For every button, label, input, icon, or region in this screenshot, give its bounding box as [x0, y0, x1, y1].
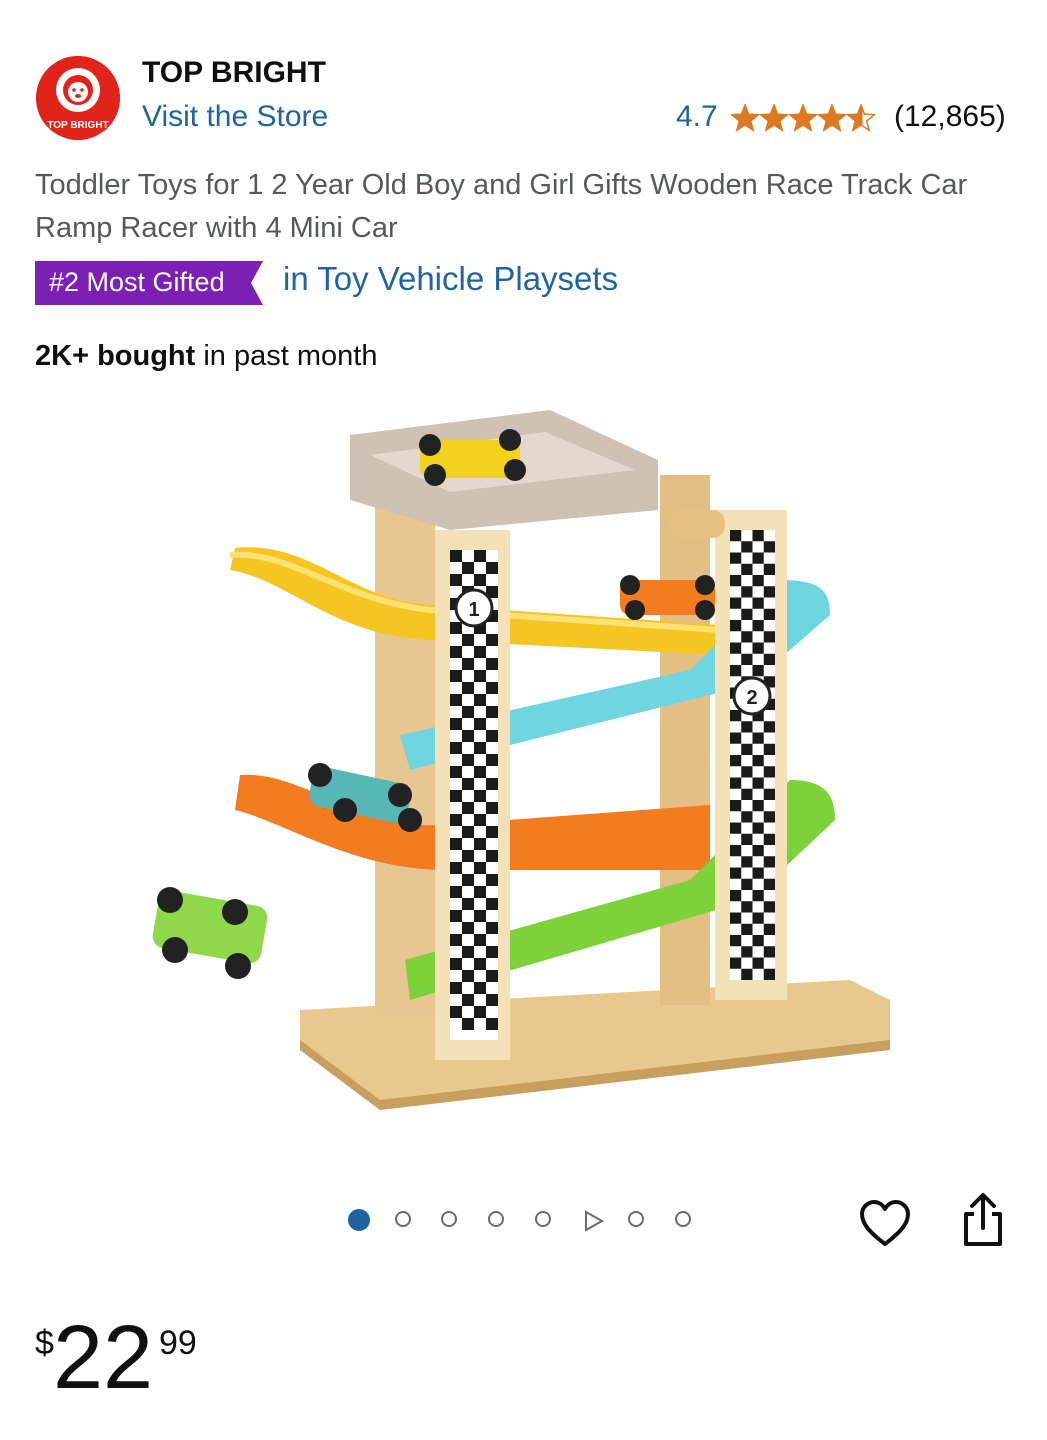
pillar-number-1: 1: [468, 599, 479, 621]
wooden-race-track-image[interactable]: 1 2: [130, 400, 920, 1130]
star-icon: [816, 104, 848, 132]
share-icon[interactable]: [960, 1192, 1006, 1248]
carousel-dot[interactable]: [534, 1211, 551, 1227]
image-carousel-dots[interactable]: [345, 1206, 705, 1236]
carousel-dot[interactable]: [674, 1211, 691, 1227]
carousel-video-icon[interactable]: [581, 1209, 605, 1233]
rating-value[interactable]: 4.7: [676, 100, 718, 134]
badge-label: #2 Most Gifted: [49, 267, 225, 297]
pillar-number-2: 2: [746, 687, 757, 709]
carousel-dot[interactable]: [488, 1211, 505, 1227]
green-car: [152, 887, 268, 979]
rating-stars-icon[interactable]: [731, 104, 875, 134]
best-seller-badge[interactable]: #2 Most Gifted: [35, 261, 263, 305]
price-currency: $: [35, 1324, 54, 1362]
bought-rest: in past month: [195, 340, 378, 372]
rating-count[interactable]: (12,865): [894, 100, 1006, 134]
lion-logo-icon: TOP BRIGHT: [36, 56, 120, 140]
heart-icon[interactable]: [858, 1198, 912, 1250]
logo-text: TOP BRIGHT: [47, 120, 108, 131]
carousel-dot-active[interactable]: [348, 1209, 370, 1231]
brand-logo[interactable]: TOP BRIGHT: [36, 56, 120, 140]
bought-count: 2K+ bought in past month: [35, 340, 377, 373]
carousel-dot[interactable]: [441, 1211, 458, 1227]
price-fraction: 99: [159, 1324, 197, 1362]
badge-category-link[interactable]: in Toy Vehicle Playsets: [283, 260, 618, 298]
checkered-pillar-2: 2: [715, 510, 787, 1000]
product-title: Toddler Toys for 1 2 Year Old Boy and Gi…: [35, 169, 968, 244]
carousel-dot[interactable]: [628, 1211, 645, 1227]
price-whole: 22: [53, 1308, 154, 1408]
visit-store-link[interactable]: Visit the Store: [142, 100, 328, 134]
checkered-pillar-1: 1: [435, 530, 510, 1060]
star-icon: [845, 104, 875, 132]
brand-name: TOP BRIGHT: [142, 56, 326, 89]
carousel-dot[interactable]: [394, 1211, 411, 1227]
star-icon: [787, 104, 819, 132]
star-icon: [758, 104, 790, 132]
bought-bold: 2K+ bought: [35, 340, 196, 372]
price: $ 22 99: [35, 1308, 275, 1408]
star-icon: [731, 104, 761, 132]
orange-car: [620, 575, 715, 620]
